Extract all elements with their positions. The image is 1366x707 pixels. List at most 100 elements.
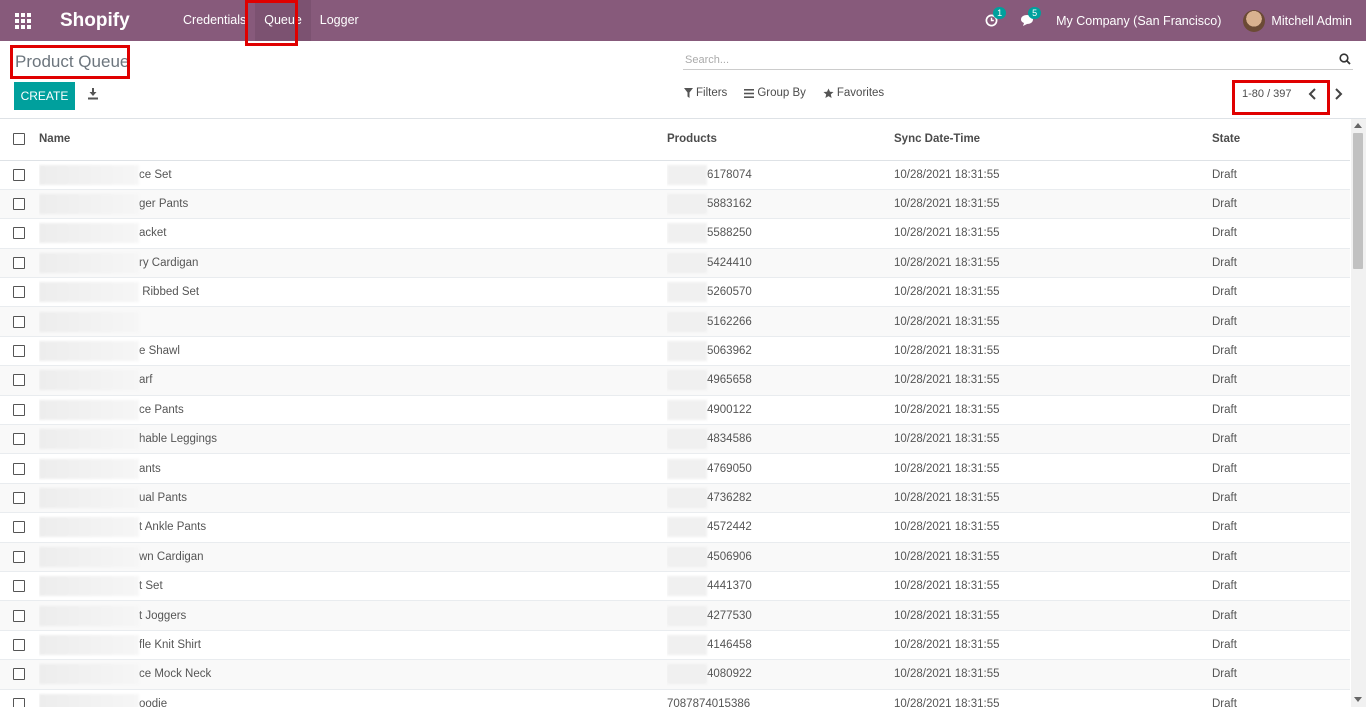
cell-state[interactable]: Draft xyxy=(1212,160,1350,189)
chevron-right-icon[interactable] xyxy=(1331,87,1345,101)
cell-products[interactable]: 4965658 xyxy=(667,366,894,395)
cell-products[interactable]: 4572442 xyxy=(667,513,894,542)
cell-name[interactable]: ual Pants xyxy=(39,483,667,512)
cell-state[interactable]: Draft xyxy=(1212,630,1350,659)
cell-state[interactable]: Draft xyxy=(1212,189,1350,218)
table-row[interactable]: Ribbed Set 5260570 10/28/2021 18:31:55 Draf… xyxy=(0,277,1350,307)
cell-sync-date[interactable]: 10/28/2021 18:31:55 xyxy=(894,454,1212,483)
search-input[interactable] xyxy=(683,50,1323,69)
cell-state[interactable]: Draft xyxy=(1212,366,1350,395)
row-checkbox[interactable] xyxy=(13,550,25,563)
cell-name[interactable]: e Shawl xyxy=(39,336,667,365)
cell-sync-date[interactable]: 10/28/2021 18:31:55 xyxy=(894,189,1212,218)
cell-name[interactable]: hable Leggings xyxy=(39,425,667,454)
groupby-button[interactable]: Group By xyxy=(744,87,806,99)
favorites-button[interactable]: Favorites xyxy=(823,87,884,99)
cell-products[interactable]: 5260570 xyxy=(667,278,894,307)
cell-sync-date[interactable]: 10/28/2021 18:31:55 xyxy=(894,219,1212,248)
row-checkbox[interactable] xyxy=(13,491,25,504)
cell-state[interactable]: Draft xyxy=(1212,307,1350,336)
table-row[interactable]: arf 4965658 10/28/2021 18:31:55 Draft xyxy=(0,365,1350,396)
cell-name[interactable]: arf xyxy=(39,366,667,395)
download-icon[interactable] xyxy=(86,86,100,102)
create-button[interactable]: CREATE xyxy=(14,82,75,110)
column-header-products[interactable]: Products xyxy=(667,119,894,161)
cell-state[interactable]: Draft xyxy=(1212,336,1350,365)
table-row[interactable]: ce Pants 4900122 10/28/2021 18:31:55 Draft xyxy=(0,395,1350,425)
row-checkbox[interactable] xyxy=(13,168,25,181)
table-row[interactable]: fle Knit Shirt 4146458 10/28/2021 18:31:55… xyxy=(0,630,1350,660)
row-checkbox[interactable] xyxy=(13,374,25,387)
row-checkbox[interactable] xyxy=(13,521,25,534)
cell-name[interactable]: ce Mock Neck xyxy=(39,660,667,689)
cell-state[interactable]: Draft xyxy=(1212,571,1350,600)
cell-name[interactable]: ger Pants xyxy=(39,189,667,218)
filters-button[interactable]: Filters xyxy=(684,87,727,99)
table-row[interactable]: t Set 4441370 10/28/2021 18:31:55 Draft xyxy=(0,571,1350,601)
cell-state[interactable]: Draft xyxy=(1212,248,1350,277)
row-checkbox[interactable] xyxy=(13,345,25,358)
menu-item-queue[interactable]: Queue xyxy=(255,0,311,41)
cell-products[interactable]: 5063962 xyxy=(667,336,894,365)
cell-name[interactable]: Ribbed Set xyxy=(39,278,667,307)
table-row[interactable]: 5162266 10/28/2021 18:31:55 Draft xyxy=(0,306,1350,337)
cell-sync-date[interactable]: 10/28/2021 18:31:55 xyxy=(894,160,1212,189)
cell-products[interactable]: 4769050 xyxy=(667,454,894,483)
column-header-state[interactable]: State xyxy=(1212,119,1350,161)
cell-name[interactable]: wn Cardigan xyxy=(39,542,667,571)
cell-state[interactable]: Draft xyxy=(1212,395,1350,424)
table-row[interactable]: t Joggers 4277530 10/28/2021 18:31:55 Draft xyxy=(0,600,1350,631)
table-row[interactable]: ual Pants 4736282 10/28/2021 18:31:55 Draft xyxy=(0,483,1350,513)
cell-products[interactable]: 4277530 xyxy=(667,601,894,630)
table-row[interactable]: oodie 7087874015386 10/28/2021 18:31:55 Dra… xyxy=(0,689,1350,707)
table-row[interactable]: wn Cardigan 4506906 10/28/2021 18:31:55 Dra… xyxy=(0,542,1350,572)
row-checkbox[interactable] xyxy=(13,697,25,707)
cell-state[interactable]: Draft xyxy=(1212,278,1350,307)
cell-products[interactable]: 5883162 xyxy=(667,189,894,218)
cell-sync-date[interactable]: 10/28/2021 18:31:55 xyxy=(894,395,1212,424)
column-header-sync-date[interactable]: Sync Date-Time xyxy=(894,119,1212,161)
row-checkbox[interactable] xyxy=(13,227,25,240)
table-row[interactable]: e Shawl 5063962 10/28/2021 18:31:55 Draft xyxy=(0,336,1350,366)
column-header-name[interactable]: Name xyxy=(39,119,667,161)
row-checkbox[interactable] xyxy=(13,580,25,593)
row-checkbox[interactable] xyxy=(13,286,25,299)
row-checkbox[interactable] xyxy=(13,198,25,211)
cell-name[interactable]: ants xyxy=(39,454,667,483)
table-row[interactable]: ce Mock Neck 4080922 10/28/2021 18:31:55 Dr… xyxy=(0,659,1350,690)
row-checkbox[interactable] xyxy=(13,462,25,475)
cell-sync-date[interactable]: 10/28/2021 18:31:55 xyxy=(894,571,1212,600)
scroll-thumb[interactable] xyxy=(1353,133,1363,269)
cell-sync-date[interactable]: 10/28/2021 18:31:55 xyxy=(894,542,1212,571)
chevron-left-icon[interactable] xyxy=(1306,87,1320,101)
row-checkbox[interactable] xyxy=(13,668,25,681)
cell-state[interactable]: Draft xyxy=(1212,454,1350,483)
cell-name[interactable]: t Ankle Pants xyxy=(39,513,667,542)
cell-state[interactable]: Draft xyxy=(1212,660,1350,689)
select-all-checkbox[interactable] xyxy=(13,133,25,146)
cell-products[interactable]: 7087874015386 xyxy=(667,689,894,707)
scroll-down-arrow[interactable] xyxy=(1354,697,1362,702)
cell-sync-date[interactable]: 10/28/2021 18:31:55 xyxy=(894,660,1212,689)
cell-sync-date[interactable]: 10/28/2021 18:31:55 xyxy=(894,513,1212,542)
cell-products[interactable]: 4146458 xyxy=(667,630,894,659)
menu-item-credentials[interactable]: Credentials xyxy=(174,0,255,41)
pager-value[interactable]: 1-80 / 397 xyxy=(1242,88,1292,100)
cell-sync-date[interactable]: 10/28/2021 18:31:55 xyxy=(894,601,1212,630)
row-checkbox[interactable] xyxy=(13,315,25,328)
cell-sync-date[interactable]: 10/28/2021 18:31:55 xyxy=(894,425,1212,454)
table-row[interactable]: ce Set 6178074 10/28/2021 18:31:55 Draft xyxy=(0,160,1350,190)
row-checkbox[interactable] xyxy=(13,433,25,446)
table-row[interactable]: acket 5588250 10/28/2021 18:31:55 Draft xyxy=(0,218,1350,249)
cell-sync-date[interactable]: 10/28/2021 18:31:55 xyxy=(894,689,1212,707)
cell-name[interactable]: acket xyxy=(39,219,667,248)
cell-name[interactable]: oodie xyxy=(39,689,667,707)
cell-state[interactable]: Draft xyxy=(1212,601,1350,630)
cell-name[interactable]: t Set xyxy=(39,571,667,600)
row-checkbox[interactable] xyxy=(13,638,25,651)
cell-name[interactable]: ry Cardigan xyxy=(39,248,667,277)
cell-products[interactable]: 4080922 xyxy=(667,660,894,689)
cell-products[interactable]: 4834586 xyxy=(667,425,894,454)
cell-products[interactable]: 4736282 xyxy=(667,483,894,512)
scroll-up-arrow[interactable] xyxy=(1354,123,1362,128)
